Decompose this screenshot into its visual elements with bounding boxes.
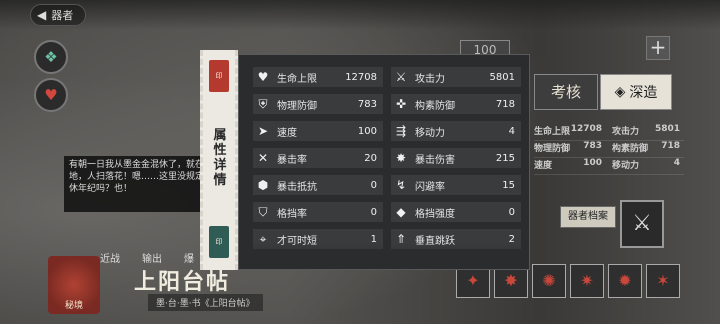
popup-title: 属性详情 [213, 128, 227, 188]
skill-slot[interactable]: ✷ [570, 264, 604, 298]
stat-label: 速度 [277, 127, 297, 139]
stat-row: ◆ 格挡强度 0 [391, 202, 521, 222]
skill-slot[interactable]: ✹ [608, 264, 642, 298]
stat-row: ⇶ 移动力 4 [391, 121, 521, 141]
skill-icon: ✦ [466, 271, 480, 290]
top-bar: ◀ 器者 [0, 0, 720, 30]
back-arrow-icon: ◀ [37, 8, 47, 22]
stat-row: ⚔ 攻击力 5801 [391, 67, 521, 87]
mini-stat-row: 速度 100 移动力 4 [534, 158, 684, 175]
rarity-seal: 秘境 [48, 256, 100, 314]
stat-row: ⛨ 物理防御 783 [253, 94, 383, 114]
red-stamp-icon: 印 [209, 60, 229, 92]
stat-value: 15 [502, 179, 515, 191]
role-tag: 爆 [184, 254, 194, 265]
stat-row: ⬢ 暴击抵抗 0 [253, 175, 383, 195]
back-label: 器者 [51, 9, 74, 22]
stat-value: 215 [495, 152, 515, 164]
block-rate-icon: ⛉ [258, 204, 268, 219]
stat-row: ✜ 构素防御 718 [391, 94, 521, 114]
stat-row: ✕ 暴击率 20 [253, 148, 383, 168]
weapon-icon: ⚔ [632, 211, 652, 236]
skill-slot[interactable]: ✺ [532, 264, 566, 298]
stat-value: 718 [495, 98, 515, 110]
magic-shield-icon: ✜ [395, 97, 407, 111]
stat-row: ⛉ 格挡率 0 [253, 202, 383, 222]
character-subtitle: 墨·台·墨·书《上阳台帖》 [148, 294, 263, 311]
archive-button[interactable]: 器者档案 [560, 206, 616, 228]
dodge-icon: ↯ [395, 178, 407, 192]
role-tags: 近战 输出 爆 [100, 250, 194, 265]
stat-row: ♥ 生命上限 12708 [253, 67, 383, 87]
stat-grid: ♥ 生命上限 12708 ⚔ 攻击力 5801 ⛨ 物理防御 783 ✜ 构素防御 718 ➤ 速度 100… [253, 67, 523, 249]
forge-icon: ◈ [614, 84, 626, 100]
stat-label: 格挡率 [277, 208, 307, 220]
stat-value: 783 [357, 98, 377, 110]
mini-stat-row: 物理防御 783 构素防御 718 [534, 141, 684, 158]
shield-icon: ⛨ [258, 96, 268, 111]
stat-label: 闪避率 [415, 181, 445, 193]
forge-label: 深造 [629, 85, 658, 101]
heart-affinity-icon[interactable]: ♥ [34, 78, 68, 112]
stat-label: 物理防御 [277, 100, 317, 112]
crit-rate-icon: ✕ [257, 151, 269, 165]
role-tag: 近战 [100, 254, 120, 265]
green-stamp-icon: 印 [209, 226, 229, 258]
crit-resist-icon: ⬢ [257, 178, 269, 192]
weapon-card[interactable]: ⚔ [620, 200, 664, 248]
stat-value: 4 [508, 125, 515, 137]
crit-damage-icon: ✸ [395, 151, 407, 165]
attribute-ribbon-tab: 印 属性详情 印 [200, 50, 238, 270]
skill-icon: ✺ [542, 271, 556, 290]
stat-label: 生命上限 [277, 73, 317, 85]
speed-icon: ➤ [257, 124, 269, 138]
stat-row: ➤ 速度 100 [253, 121, 383, 141]
role-tag: 输出 [142, 254, 162, 265]
stat-row: ↯ 闪避率 15 [391, 175, 521, 195]
stat-value: 0 [508, 206, 515, 218]
block-strength-icon: ◆ [396, 205, 406, 219]
move-icon: ⇶ [395, 124, 407, 138]
crossed-swords-icon: ⚔ [395, 70, 407, 84]
stat-label: 暴击伤害 [415, 154, 455, 166]
stat-label: 暴击抵抗 [277, 181, 317, 193]
stat-value: 0 [370, 206, 377, 218]
stat-label: 暴击率 [277, 154, 307, 166]
mini-stats-panel: 生命上限 12708 攻击力 5801 物理防御 783 构素防御 718 速度 100 … [534, 124, 684, 175]
stat-label: 攻击力 [415, 73, 445, 85]
forge-button[interactable]: ◈ 深造 [600, 74, 672, 110]
stat-value: 100 [357, 125, 377, 137]
skill-icon: ✷ [580, 271, 594, 290]
stat-value: 0 [370, 179, 377, 191]
stat-value: 20 [364, 152, 377, 164]
add-resource-button[interactable]: + [646, 36, 670, 60]
seal-label: 秘境 [64, 301, 83, 311]
skill-icon: ✸ [504, 271, 518, 290]
back-button[interactable]: ◀ 器者 [30, 4, 87, 26]
stat-label: 格挡强度 [415, 208, 455, 220]
heart-icon: ♥ [257, 70, 269, 84]
stat-value: 5801 [489, 71, 515, 83]
skill-icon: ✶ [656, 271, 670, 290]
skill-slot[interactable]: ✶ [646, 264, 680, 298]
scroll-fade [239, 243, 529, 269]
jade-emblem-icon[interactable]: ❖ [34, 40, 68, 74]
attribute-detail-popup: ♥ 生命上限 12708 ⚔ 攻击力 5801 ⛨ 物理防御 783 ✜ 构素防御 718 ➤ 速度 100… [238, 54, 530, 270]
stat-row: ✸ 暴击伤害 215 [391, 148, 521, 168]
mini-stat-row: 生命上限 12708 攻击力 5801 [534, 124, 684, 141]
stat-value: 12708 [345, 71, 377, 83]
stat-label: 移动力 [415, 127, 445, 139]
skill-icon: ✹ [618, 271, 632, 290]
stat-label: 构素防御 [415, 100, 455, 112]
assess-button[interactable]: 考核 [534, 74, 598, 110]
